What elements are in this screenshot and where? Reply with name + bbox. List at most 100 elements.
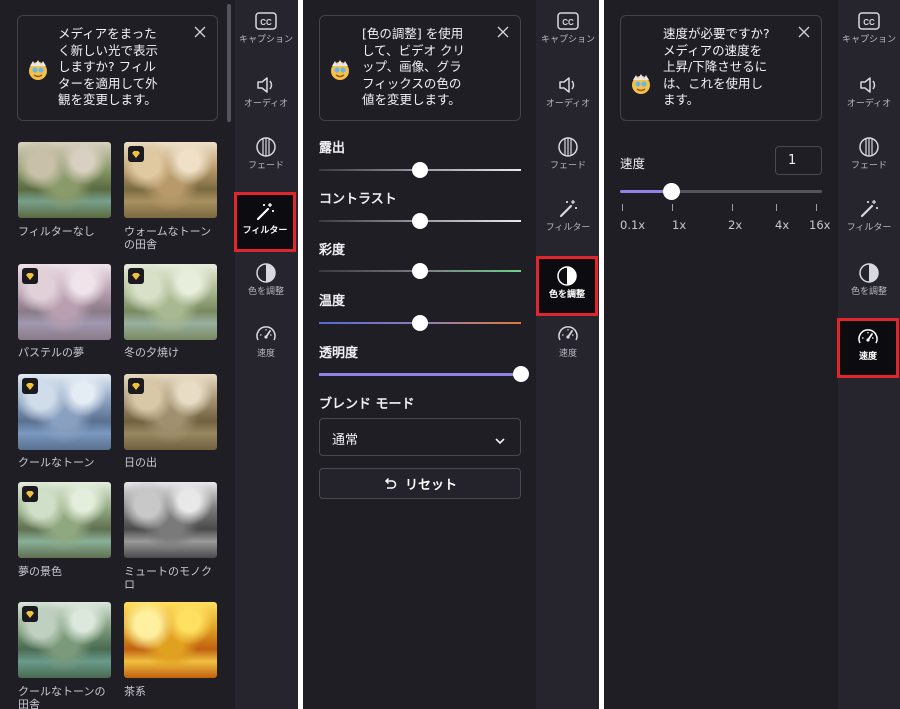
slider-knob-saturation[interactable]: [412, 263, 428, 279]
speed-slider-knob[interactable]: [663, 183, 680, 200]
premium-diamond-icon: [128, 146, 144, 162]
filter-label: 冬の夕焼け: [124, 346, 179, 359]
premium-diamond-icon: [128, 378, 144, 394]
premium-diamond-icon: [128, 268, 144, 284]
filter-label: パステルの夢: [18, 346, 84, 359]
reset-label: リセット: [404, 478, 457, 493]
tip-line: ターを適用して外: [58, 75, 158, 91]
speed-tip-card: 速度が必要ですか? メディアの速度を 上昇/下降させるに は、これを使用し ます…: [620, 15, 822, 121]
premium-diamond-icon: [22, 268, 38, 284]
tip-line: 観を変更します。: [58, 92, 157, 107]
tip-line: 値を変更します。: [362, 92, 461, 107]
tip-line: は、これを使用し: [663, 75, 764, 91]
speed-tick-label: 0.1x: [620, 218, 646, 232]
blend-mode-select[interactable]: 通常: [319, 418, 521, 456]
rail-item-label: フェード: [850, 161, 887, 171]
rail-item-label: 色を調整: [850, 287, 887, 297]
filter-label: 夢の景色: [18, 565, 62, 578]
svg-text:CC: CC: [562, 18, 574, 27]
rail-item-label: オーディオ: [545, 99, 591, 109]
slider-track-transparency[interactable]: [319, 373, 521, 376]
filter-thumbnail[interactable]: [18, 374, 111, 450]
rail-item-label: フィルター: [242, 226, 288, 236]
speaker-icon: [557, 74, 579, 96]
premium-diamond-icon: [22, 606, 38, 622]
tip-line: く新しい光で表示: [58, 42, 159, 58]
filter-thumbnail[interactable]: [124, 264, 217, 340]
filter-thumbnail[interactable]: [18, 264, 111, 340]
close-icon[interactable]: [496, 24, 510, 38]
speed-tick-label: 4x: [775, 218, 790, 232]
magic-wand-icon: [557, 198, 579, 220]
tip-line: [色の調整] を使用: [362, 26, 464, 41]
cc-icon: CC: [557, 10, 579, 32]
contrast-icon: [556, 265, 578, 287]
rail-item-speed[interactable]: 速度: [837, 318, 899, 378]
rail-item-label: オーディオ: [243, 99, 289, 109]
rail-item-captions[interactable]: CC キャプション: [838, 4, 900, 64]
rail-item-audio[interactable]: オーディオ: [537, 68, 599, 128]
tip-line: メディアをまった: [58, 26, 157, 41]
speed-tick-label: 16x: [809, 218, 831, 232]
rail-item-label: 速度: [558, 349, 577, 359]
slider-knob-contrast[interactable]: [412, 213, 428, 229]
chevron-down-icon: [494, 432, 506, 445]
rail-item-fade[interactable]: フェード: [838, 130, 900, 190]
fade-icon: [858, 136, 880, 158]
filter-thumbnail[interactable]: [124, 482, 217, 558]
speed-tick-mark: [776, 204, 777, 211]
rail-item-fade[interactable]: フェード: [537, 130, 599, 190]
tip-line: しますか? フィル: [58, 59, 156, 74]
rail-item-label: キャプション: [238, 35, 293, 45]
rail-item-audio[interactable]: オーディオ: [235, 68, 297, 128]
magic-wand-icon: [254, 201, 276, 223]
rail-item-label: 色を調整: [548, 290, 585, 300]
svg-text:CC: CC: [260, 18, 272, 27]
speed-value: 1: [788, 153, 797, 168]
tip-emoji-icon: [328, 58, 352, 82]
rail-item-label: フィルター: [545, 223, 591, 233]
filter-label: クールなトーンの田舎: [18, 685, 106, 709]
filters-panel: メディアをまった く新しい光で表示 しますか? フィル ターを適用して外 観を変…: [0, 0, 235, 709]
filter-thumbnail[interactable]: [124, 602, 217, 678]
speedometer-icon: [857, 327, 879, 349]
close-icon[interactable]: [797, 24, 811, 38]
rail-item-audio[interactable]: オーディオ: [838, 68, 900, 128]
slider-label-transparency: 透明度: [319, 346, 359, 361]
undo-icon: [383, 477, 397, 491]
filter-thumbnail[interactable]: [124, 142, 217, 218]
rail-item-adjust[interactable]: 色を調整: [838, 256, 900, 316]
close-icon[interactable]: [193, 24, 207, 38]
filter-thumbnail[interactable]: [18, 482, 111, 558]
slider-knob-exposure[interactable]: [412, 162, 428, 178]
magic-wand-icon: [858, 198, 880, 220]
slider-knob-temperature[interactable]: [412, 315, 428, 331]
tip-line: フィックスの色の: [362, 75, 462, 91]
reset-button[interactable]: リセット: [319, 468, 521, 499]
rail-item-captions[interactable]: CC キャプション: [235, 4, 297, 64]
rail-item-filters[interactable]: フィルター: [234, 192, 296, 252]
speaker-icon: [255, 74, 277, 96]
filter-thumbnail[interactable]: [18, 602, 111, 678]
rail-item-speed[interactable]: 速度: [235, 318, 297, 378]
rail-item-adjust[interactable]: 色を調整: [536, 256, 598, 316]
rail-item-filters[interactable]: フィルター: [838, 192, 900, 252]
rail-item-captions[interactable]: CC キャプション: [537, 4, 599, 64]
filter-thumbnail[interactable]: [124, 374, 217, 450]
rail-item-adjust[interactable]: 色を調整: [235, 256, 297, 316]
premium-diamond-icon: [22, 378, 38, 394]
slider-knob-transparency[interactable]: [513, 366, 529, 382]
premium-diamond-icon: [22, 486, 38, 502]
tip-line: 上昇/下降させるに: [663, 59, 768, 74]
rail-item-speed[interactable]: 速度: [537, 318, 599, 378]
filter-label: ウォームなトーンの田舎: [124, 225, 212, 251]
speed-value-input[interactable]: 1: [775, 146, 822, 175]
rail-item-fade[interactable]: フェード: [235, 130, 297, 190]
filter-label: クールなトーン: [18, 456, 95, 469]
filter-thumbnail[interactable]: [18, 142, 111, 218]
slider-label-contrast: コントラスト: [319, 192, 397, 207]
adjust-panel: [色の調整] を使用 して、ビデオ クリ ップ、画像、グラ フィックスの色の 値…: [303, 0, 536, 709]
rail-item-filters[interactable]: フィルター: [537, 192, 599, 252]
scrollbar[interactable]: [227, 4, 231, 122]
speed-tick-mark: [672, 204, 673, 211]
